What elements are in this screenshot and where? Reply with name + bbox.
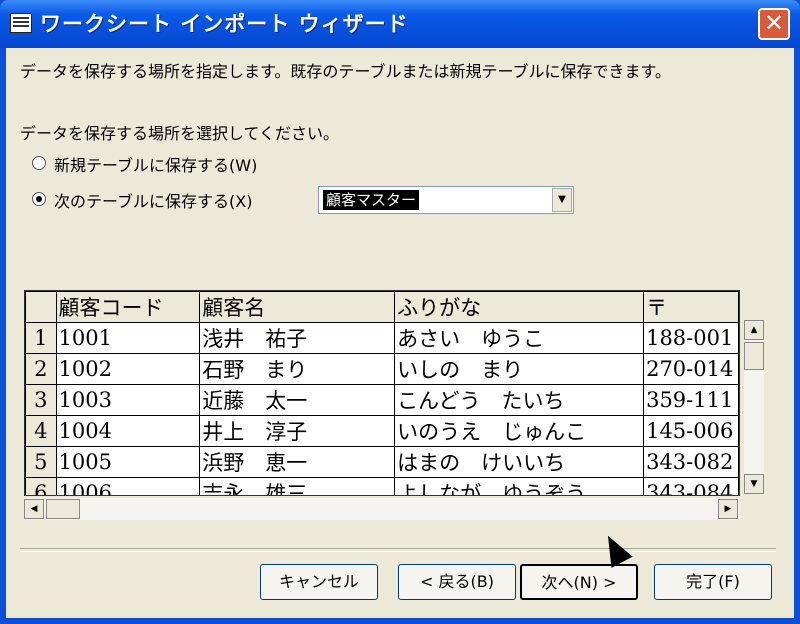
- cell-code: 1004: [55, 415, 201, 447]
- cell-zip: 270-014: [643, 353, 739, 385]
- wizard-window: ワークシート インポート ウィザード ✕ データを保存する場所を指定します。既存…: [0, 0, 800, 624]
- cell-zip: 343-082: [643, 446, 739, 478]
- cell-code: 1006: [55, 477, 201, 495]
- scroll-up-icon[interactable]: ▲: [744, 320, 764, 340]
- table-row: 1 1001 浅井 祐子 あさい ゆうこ 188-001: [25, 322, 739, 354]
- radio-existing-table-label[interactable]: 次のテーブルに保存する(X): [54, 188, 253, 212]
- prompt-text: データを保存する場所を選択してください。: [20, 124, 340, 143]
- cell-zip: 359-111: [643, 384, 739, 416]
- cell-kana: いしの まり: [394, 353, 645, 385]
- table-icon: [10, 13, 32, 33]
- column-header[interactable]: 〒: [643, 291, 739, 323]
- cell-kana: はまの けいいち: [394, 446, 645, 478]
- table-row: 4 1004 井上 淳子 いのうえ じゅんこ 145-006: [25, 415, 739, 447]
- cell-kana: よしなが ゆうぞう: [394, 477, 645, 495]
- table-select-value: 顧客マスター: [323, 190, 420, 210]
- horizontal-scrollbar[interactable]: ◀ ▶: [24, 498, 740, 520]
- row-number: 6: [25, 477, 57, 495]
- row-number: 3: [25, 384, 57, 416]
- table-row: 2 1002 石野 まり いしの まり 270-014: [25, 353, 739, 385]
- cell-zip: 343-084: [643, 477, 739, 495]
- cell-zip: 145-006: [643, 415, 739, 447]
- table-row: 6 1006 吉永 雄三 よしなが ゆうぞう 343-084: [25, 477, 739, 495]
- cell-kana: いのうえ じゅんこ: [394, 415, 645, 447]
- scroll-down-icon[interactable]: ▼: [744, 474, 764, 494]
- cell-code: 1001: [55, 322, 201, 354]
- table-select[interactable]: 顧客マスター ▼: [318, 186, 574, 214]
- scroll-left-icon[interactable]: ◀: [24, 499, 44, 519]
- data-preview-grid: 顧客コード 顧客名 ふりがな 〒 1 1001 浅井 祐子 あさい ゆうこ 18…: [24, 290, 740, 496]
- table-row: 3 1003 近藤 太一 こんどう たいち 359-111: [25, 384, 739, 416]
- horizontal-scroll-thumb[interactable]: [46, 499, 80, 519]
- cell-zip: 188-001: [643, 322, 739, 354]
- radio-existing-table[interactable]: [32, 192, 46, 206]
- row-number: 2: [25, 353, 57, 385]
- window-title: ワークシート インポート ウィザード: [40, 12, 409, 36]
- back-button[interactable]: < 戻る(B): [398, 564, 516, 600]
- scroll-right-icon[interactable]: ▶: [718, 499, 738, 519]
- wizard-body: データを保存する場所を指定します。既存のテーブルまたは新規テーブルに保存できます…: [6, 48, 794, 618]
- title-bar[interactable]: ワークシート インポート ウィザード ✕: [0, 0, 800, 48]
- next-button[interactable]: 次へ(N) >: [520, 564, 638, 600]
- row-number: 4: [25, 415, 57, 447]
- cell-kana: あさい ゆうこ: [394, 322, 645, 354]
- cell-code: 1005: [55, 446, 201, 478]
- divider: [20, 548, 776, 552]
- column-header[interactable]: ふりがな: [394, 291, 645, 323]
- cell-name: 吉永 雄三: [199, 477, 396, 495]
- vertical-scrollbar[interactable]: ▲ ▼: [744, 320, 764, 494]
- cell-code: 1003: [55, 384, 201, 416]
- grid-corner: [25, 291, 57, 323]
- cell-code: 1002: [55, 353, 201, 385]
- finish-button[interactable]: 完了(F): [654, 564, 772, 600]
- radio-new-table-label[interactable]: 新規テーブルに保存する(W): [54, 152, 257, 176]
- row-number: 1: [25, 322, 57, 354]
- row-number: 5: [25, 446, 57, 478]
- cell-name: 近藤 太一: [199, 384, 396, 416]
- intro-text: データを保存する場所を指定します。既存のテーブルまたは新規テーブルに保存できます…: [20, 62, 671, 81]
- cell-name: 石野 まり: [199, 353, 396, 385]
- dropdown-arrow-icon[interactable]: ▼: [552, 188, 572, 212]
- cell-name: 浜野 恵一: [199, 446, 396, 478]
- close-button[interactable]: ✕: [758, 8, 790, 40]
- vertical-scroll-thumb[interactable]: [744, 342, 764, 370]
- radio-new-table[interactable]: [32, 156, 46, 170]
- cell-kana: こんどう たいち: [394, 384, 645, 416]
- cell-name: 井上 淳子: [199, 415, 396, 447]
- column-header[interactable]: 顧客コード: [55, 291, 201, 323]
- column-header[interactable]: 顧客名: [199, 291, 396, 323]
- cell-name: 浅井 祐子: [199, 322, 396, 354]
- table-row: 5 1005 浜野 恵一 はまの けいいち 343-082: [25, 446, 739, 478]
- grid-header-row: 顧客コード 顧客名 ふりがな 〒: [25, 291, 739, 323]
- cancel-button[interactable]: キャンセル: [260, 564, 378, 600]
